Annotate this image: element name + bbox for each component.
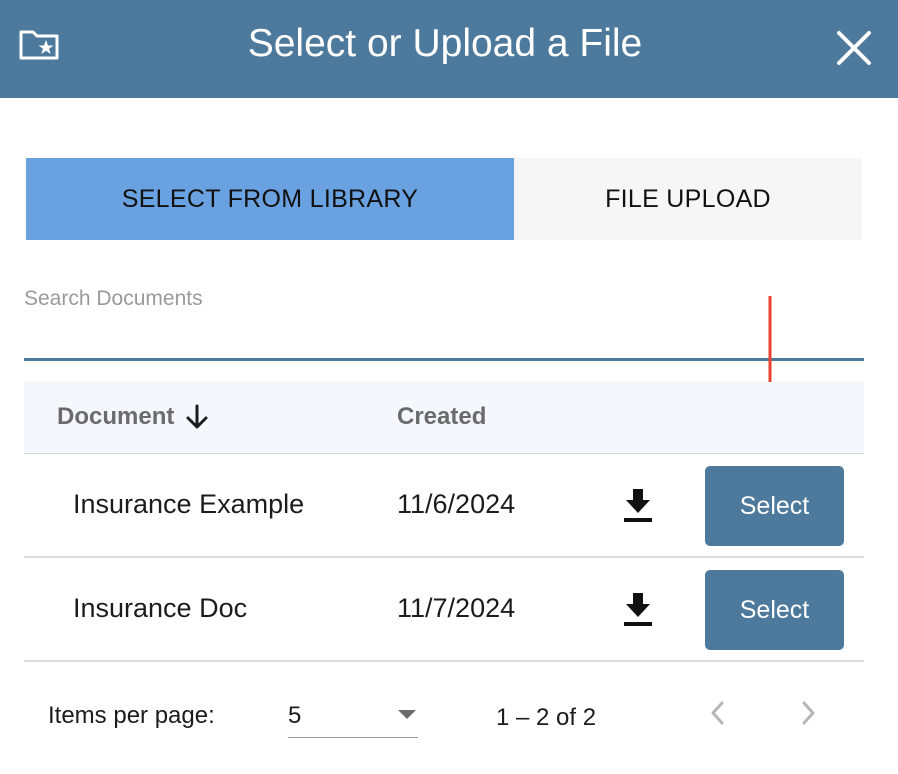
dialog-title: Select or Upload a File (247, 22, 643, 65)
column-header-document-label: Document (57, 403, 175, 430)
close-icon[interactable] (834, 28, 874, 68)
column-header-created[interactable]: Created (397, 402, 486, 432)
items-per-page-value: 5 (288, 702, 302, 729)
table-row: Insurance Doc 11/7/2024 Select (24, 558, 864, 662)
dialog-header: Select or Upload a File (0, 0, 898, 98)
paginator: Items per page: 5 1 – 2 of 2 (0, 680, 898, 760)
documents-table: Document Created Insurance Example 11/6/… (24, 382, 864, 662)
table-header: Document Created (24, 382, 864, 454)
created-date: 11/6/2024 (397, 489, 516, 519)
chevron-right-icon[interactable] (794, 698, 822, 728)
created-date: 11/7/2024 (397, 593, 516, 623)
download-icon[interactable] (622, 487, 654, 523)
arrow-down-icon (184, 404, 210, 430)
select-button[interactable]: Select (705, 466, 844, 546)
tab-select-from-library[interactable]: SELECT FROM LIBRARY (26, 158, 514, 240)
search-field (24, 284, 864, 362)
document-name: Insurance Example (73, 489, 305, 519)
caret-down-icon (398, 710, 416, 719)
search-underline (24, 358, 864, 361)
chevron-left-icon[interactable] (704, 698, 732, 728)
items-per-page-select[interactable]: 5 (288, 692, 418, 738)
search-input[interactable] (24, 284, 864, 358)
download-icon[interactable] (622, 591, 654, 627)
page-range-label: 1 – 2 of 2 (496, 704, 597, 731)
table-row: Insurance Example 11/6/2024 Select (24, 454, 864, 558)
column-header-document[interactable]: Document (57, 402, 210, 432)
document-name: Insurance Doc (73, 593, 248, 623)
select-button[interactable]: Select (705, 570, 844, 650)
tab-bar: SELECT FROM LIBRARY FILE UPLOAD (26, 158, 862, 240)
tab-file-upload[interactable]: FILE UPLOAD (514, 158, 862, 240)
items-per-page-label: Items per page: (48, 702, 215, 729)
